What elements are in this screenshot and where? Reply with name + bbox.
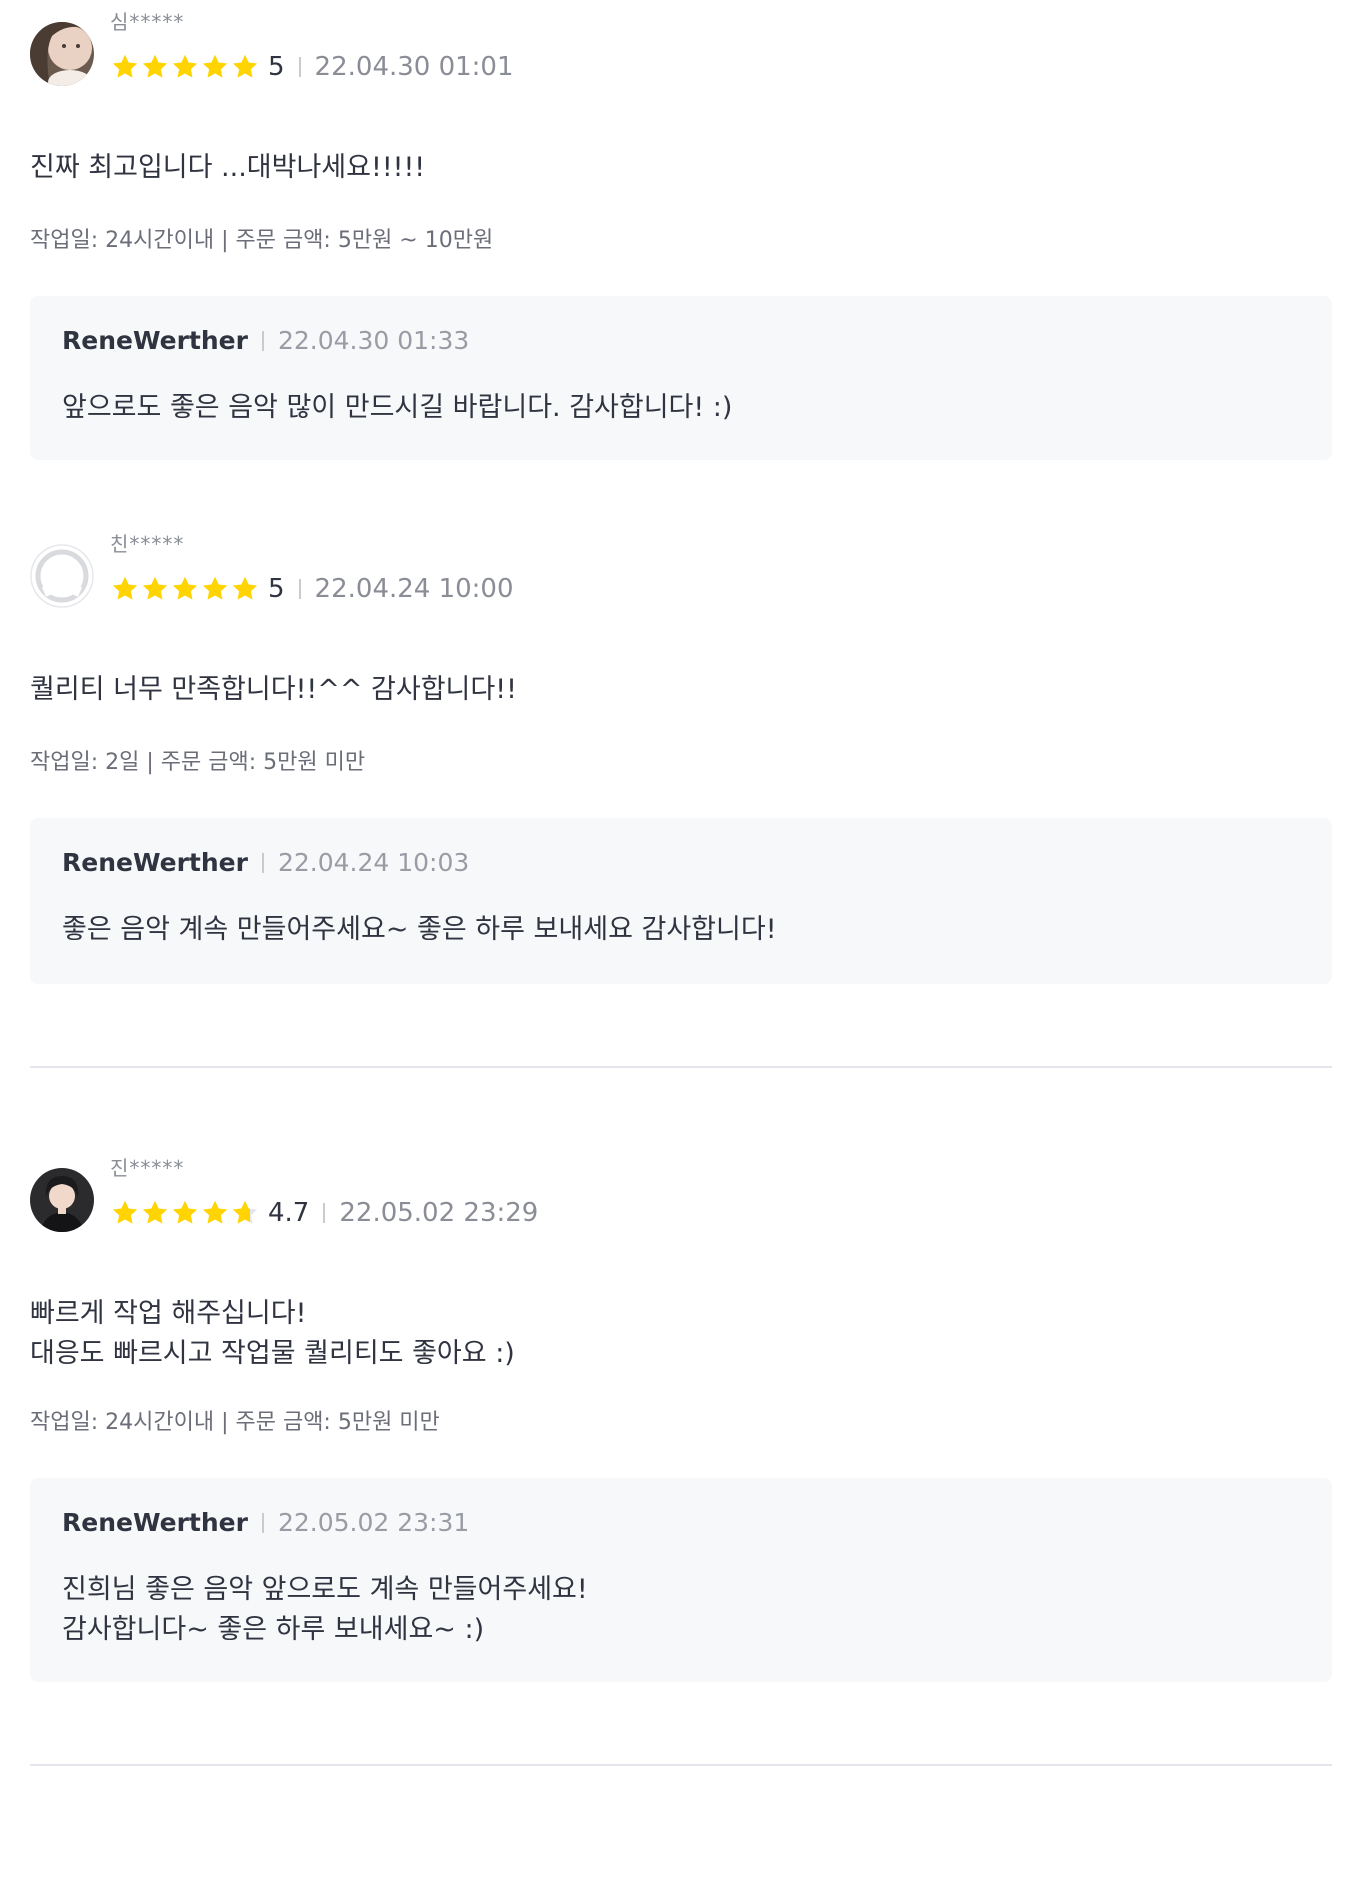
reviewer-name: 친***** bbox=[110, 532, 185, 556]
star-icon bbox=[112, 576, 138, 600]
reviewer-name: 진***** bbox=[110, 1156, 185, 1180]
star-icon bbox=[202, 1200, 228, 1224]
review-date: 22.04.24 10:00 bbox=[314, 574, 514, 604]
star-icon bbox=[232, 1200, 258, 1224]
rating-value: 5 bbox=[268, 574, 285, 604]
star-rating bbox=[110, 1198, 260, 1228]
review-item: 친***** 5 22.04.24 10:00 퀄리티 너무 만족합니다!!^^… bbox=[30, 452, 1332, 1068]
divider bbox=[298, 579, 301, 599]
star-icon bbox=[172, 54, 198, 78]
star-icon bbox=[112, 1200, 138, 1224]
reviews-page: 심***** 5 22.04.30 01:01 진짜 최고입니다 ...대박나세… bbox=[0, 0, 1362, 1896]
divider bbox=[261, 1512, 264, 1533]
reviewer-name: 심***** bbox=[110, 10, 185, 34]
star-icon bbox=[232, 54, 258, 78]
divider bbox=[298, 57, 301, 77]
review-item: 심***** 5 22.04.30 01:01 진짜 최고입니다 ...대박나세… bbox=[30, 0, 1332, 460]
seller-reply: ReneWerther 22.04.30 01:33 앞으로도 좋은 음악 많이… bbox=[30, 296, 1332, 460]
rating-value: 4.7 bbox=[268, 1198, 310, 1228]
star-icon bbox=[112, 54, 138, 78]
divider bbox=[261, 330, 264, 351]
star-icon bbox=[142, 54, 168, 78]
star-icon bbox=[202, 576, 228, 600]
seller-reply: ReneWerther 22.04.24 10:03 좋은 음악 계속 만들어주… bbox=[30, 818, 1332, 984]
reply-author: ReneWerther bbox=[62, 326, 248, 355]
review-item: 진***** 4.7 22.05.02 23:29 빠르게 작업 해주십니다! … bbox=[30, 1068, 1332, 1766]
star-icon bbox=[172, 576, 198, 600]
user-avatar[interactable] bbox=[30, 22, 94, 86]
review-text: 진짜 최고입니다 ...대박나세요!!!!! bbox=[30, 152, 426, 183]
seller-reply: ReneWerther 22.05.02 23:31 진희님 좋은 음악 앞으로… bbox=[30, 1478, 1332, 1682]
divider bbox=[323, 1203, 326, 1223]
review-date: 22.05.02 23:29 bbox=[339, 1198, 539, 1228]
divider bbox=[261, 852, 264, 873]
star-icon bbox=[202, 54, 228, 78]
reply-text: 진희님 좋은 음악 앞으로도 계속 만들어주세요! 감사합니다~ 좋은 하루 보… bbox=[62, 1574, 588, 1645]
review-meta: 작업일: 24시간이내 | 주문 금액: 5만원 미만 bbox=[30, 1410, 440, 1435]
review-text: 빠르게 작업 해주십니다! 대응도 빠르시고 작업물 퀄리티도 좋아요 :) bbox=[30, 1298, 515, 1369]
review-text: 퀄리티 너무 만족합니다!!^^ 감사합니다!! bbox=[30, 674, 517, 705]
review-meta: 작업일: 2일 | 주문 금액: 5만원 미만 bbox=[30, 750, 366, 775]
reply-text: 앞으로도 좋은 음악 많이 만드시길 바랍니다. 감사합니다! :) bbox=[62, 392, 733, 423]
reply-date: 22.05.02 23:31 bbox=[277, 1508, 470, 1537]
rating-row: 4.7 22.05.02 23:29 bbox=[110, 1196, 538, 1230]
reply-date: 22.04.30 01:33 bbox=[277, 326, 470, 355]
reply-text: 좋은 음악 계속 만들어주세요~ 좋은 하루 보내세요 감사합니다! bbox=[62, 914, 777, 945]
default-avatar-icon[interactable] bbox=[30, 544, 94, 608]
reply-date: 22.04.24 10:03 bbox=[277, 848, 470, 877]
reply-header: ReneWerther 22.04.24 10:03 bbox=[62, 848, 469, 877]
rating-row: 5 22.04.30 01:01 bbox=[110, 50, 514, 84]
rating-value: 5 bbox=[268, 52, 285, 82]
user-avatar[interactable] bbox=[30, 1168, 94, 1232]
review-date: 22.04.30 01:01 bbox=[314, 52, 514, 82]
rating-row: 5 22.04.24 10:00 bbox=[110, 572, 514, 606]
reply-author: ReneWerther bbox=[62, 848, 248, 877]
reply-author: ReneWerther bbox=[62, 1508, 248, 1537]
reply-header: ReneWerther 22.04.30 01:33 bbox=[62, 326, 469, 355]
star-rating bbox=[110, 52, 260, 82]
star-icon bbox=[142, 576, 168, 600]
star-icon bbox=[172, 1200, 198, 1224]
review-meta: 작업일: 24시간이내 | 주문 금액: 5만원 ~ 10만원 bbox=[30, 228, 494, 253]
star-icon bbox=[232, 576, 258, 600]
star-icon bbox=[142, 1200, 168, 1224]
star-rating bbox=[110, 574, 260, 604]
reply-header: ReneWerther 22.05.02 23:31 bbox=[62, 1508, 469, 1537]
